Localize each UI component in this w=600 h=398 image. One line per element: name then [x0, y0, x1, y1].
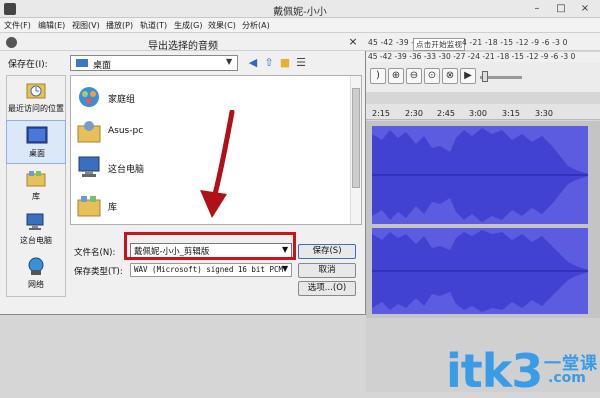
app-title: 戴佩妮-小小	[273, 7, 327, 18]
menu-generate[interactable]: 生成(G)	[174, 20, 202, 31]
chevron-down-icon[interactable]: ▼	[282, 264, 288, 273]
file-label: 库	[108, 203, 118, 213]
waveform-left	[372, 128, 588, 222]
dialog-title: 导出选择的音频	[148, 41, 218, 52]
menu-tracks[interactable]: 轨道(T)	[140, 20, 167, 31]
waveform-right	[372, 230, 588, 312]
maximize-icon[interactable]: □	[550, 2, 572, 15]
annotation-arrow-icon	[200, 110, 235, 218]
desktop-folder-icon	[76, 59, 88, 67]
waveform-channel-left[interactable]	[372, 126, 588, 224]
desktop-icon	[26, 126, 48, 144]
user-folder-icon	[77, 121, 101, 143]
meter-scale-bottom: 45 -42 -39 -36 -33 -30 -27 -24 -21 -18 -…	[368, 52, 576, 61]
ruler-tick: 3:30	[535, 109, 553, 118]
minimize-icon[interactable]: –	[526, 2, 548, 15]
menu-view[interactable]: 视图(V)	[72, 20, 100, 31]
save-in-label: 保存在(I):	[8, 60, 48, 70]
meter-scale-right: 4 -21 -18 -15 -12 -9 -6 -3 0	[462, 38, 568, 47]
meter-scale-row: 45 -42 -39 -36 -33 -30 -27 -24 -21 -18 -…	[366, 52, 600, 62]
meter-scale-left: 45 -42 -39 -3	[368, 38, 420, 47]
menu-play[interactable]: 播放(P)	[106, 20, 133, 31]
up-folder-icon[interactable]: ⇧	[262, 56, 276, 70]
filetype-label: 保存类型(T):	[74, 267, 123, 277]
cancel-button[interactable]: 取消	[298, 263, 356, 278]
meter-monitor-hint[interactable]: 点击开始监视	[413, 38, 466, 51]
homegroup-icon	[79, 87, 99, 107]
zoom-out-icon[interactable]: ⊖	[406, 68, 422, 84]
view-menu-icon[interactable]: ☰	[294, 56, 308, 70]
menu-file[interactable]: 文件(F)	[4, 20, 31, 31]
place-label: 这台电脑	[20, 236, 52, 245]
menu-effects[interactable]: 效果(C)	[208, 20, 236, 31]
computer-icon	[78, 156, 100, 177]
place-label: 桌面	[29, 149, 45, 158]
zoom-in-icon[interactable]: ⊕	[388, 68, 404, 84]
ruler-tick: 3:00	[469, 109, 487, 118]
filename-highlight-box	[124, 232, 296, 260]
new-folder-icon[interactable]: ■	[278, 56, 292, 70]
scrollbar-thumb[interactable]	[352, 88, 360, 188]
save-button[interactable]: 保存(S)	[298, 244, 356, 259]
place-label: 库	[32, 192, 40, 201]
ruler-tick: 3:15	[502, 109, 520, 118]
watermark-logo: itk3	[446, 344, 543, 398]
slider-handle[interactable]	[482, 71, 488, 82]
place-library[interactable]: 库	[6, 164, 66, 208]
file-label: Asus-pc	[108, 126, 144, 136]
library-icon	[77, 196, 101, 217]
options-button[interactable]: 选项...(O)	[298, 281, 356, 296]
place-network[interactable]: 网络	[6, 252, 66, 296]
file-item-homegroup[interactable]: 家庭组	[74, 82, 234, 112]
menu-analyze[interactable]: 分析(A)	[242, 20, 270, 31]
ruler-tick: 2:30	[405, 109, 423, 118]
ruler-tick: 2:45	[437, 109, 455, 118]
cursor-tool-icon[interactable]: )	[370, 68, 386, 84]
play-icon[interactable]: ▶	[460, 68, 476, 84]
place-label: 最近访问的位置	[8, 104, 64, 113]
library-icon	[26, 171, 46, 187]
recent-places-icon	[26, 83, 46, 99]
place-recent[interactable]: 最近访问的位置	[6, 76, 66, 120]
file-label: 这台电脑	[108, 165, 145, 175]
computer-icon	[26, 213, 44, 230]
place-label: 网络	[28, 280, 44, 289]
file-label: 家庭组	[108, 95, 136, 105]
watermark-domain: .com	[548, 370, 586, 386]
ruler-tick: 2:15	[372, 109, 390, 118]
filetype-value: WAV (Microsoft) signed 16 bit PCM	[134, 265, 284, 274]
menu-edit[interactable]: 编辑(E)	[38, 20, 65, 31]
save-in-value: 桌面	[93, 61, 112, 71]
place-computer[interactable]: 这台电脑	[6, 208, 66, 252]
waveform-channel-right[interactable]	[372, 228, 588, 314]
place-desktop[interactable]: 桌面	[6, 120, 66, 164]
close-window-icon[interactable]: ×	[574, 2, 596, 15]
fit-project-icon[interactable]: ⊗	[442, 68, 458, 84]
back-icon[interactable]: ◀	[246, 56, 260, 70]
filename-label: 文件名(N):	[74, 248, 116, 258]
network-icon	[28, 257, 44, 275]
chevron-down-icon[interactable]: ▼	[226, 57, 232, 66]
dialog-close-icon[interactable]: ×	[344, 35, 362, 49]
fit-selection-icon[interactable]: ⊙	[424, 68, 440, 84]
